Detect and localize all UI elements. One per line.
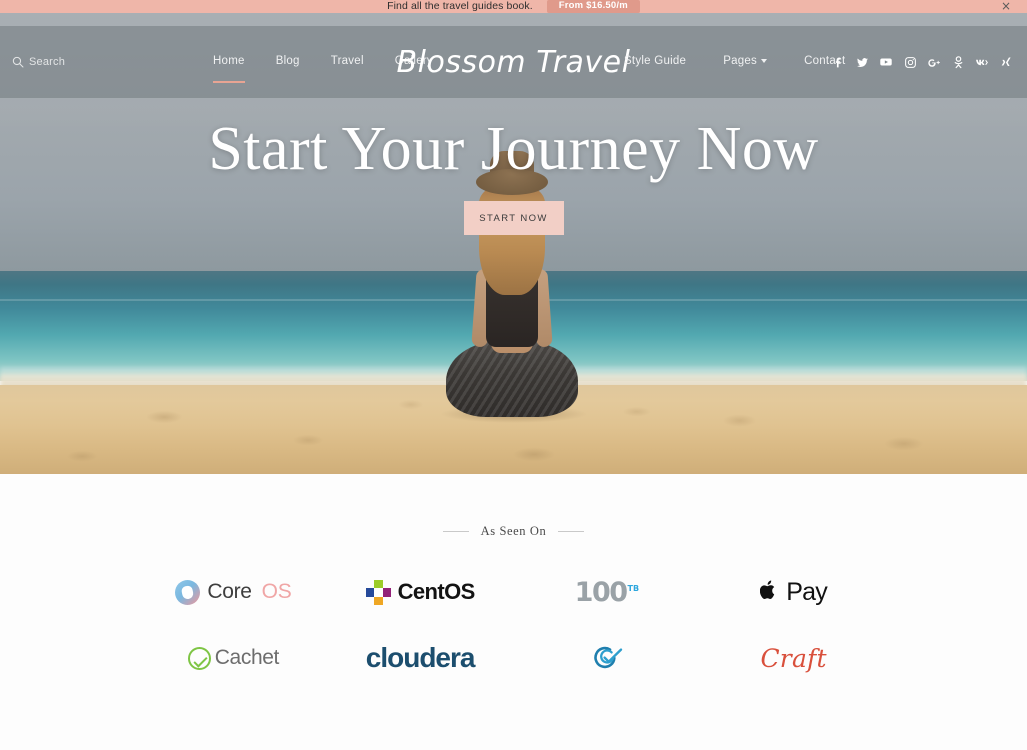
nav-link-home[interactable]: Home xyxy=(213,55,245,83)
cachet-label: Cachet xyxy=(214,646,280,669)
cachet-icon xyxy=(187,646,211,670)
hundredtb-number: 100 xyxy=(574,576,628,608)
twitter-icon[interactable] xyxy=(855,55,869,69)
craft-label: Craft xyxy=(760,643,827,673)
brand-logo-grid: Core OS CentOS 100TB Pay Cachet cloudera… xyxy=(0,559,1027,691)
nav-link-pages-label: Pages xyxy=(723,55,758,67)
site-logo[interactable]: Blossom Travel xyxy=(397,45,631,80)
search-button[interactable]: Search xyxy=(12,56,65,68)
nav-link-style-guide[interactable]: Style Guide xyxy=(624,55,686,69)
instagram-icon[interactable] xyxy=(903,55,917,69)
close-icon[interactable]: × xyxy=(1001,0,1011,13)
odnoklassniki-icon[interactable] xyxy=(951,55,965,69)
nav-link-pages[interactable]: Pages xyxy=(723,55,768,69)
cloudera-label: cloudera xyxy=(365,642,476,673)
brand-logo-apple-pay[interactable]: Pay xyxy=(760,577,828,607)
hundredtb-label: 100TB xyxy=(575,577,639,608)
figure-hair xyxy=(479,183,545,295)
hero-title: Start Your Journey Now xyxy=(208,115,819,183)
brand-logo-100tb[interactable]: 100TB xyxy=(575,577,639,608)
navbar: Search Home Blog Travel Gallery Blossom … xyxy=(0,26,1027,98)
as-seen-on-heading: As Seen On xyxy=(0,474,1027,539)
hero-section: Start Your Journey Now START NOW Search … xyxy=(0,13,1027,474)
coreos-label-os: OS xyxy=(261,580,292,603)
page-root: Find all the travel guides book. From $1… xyxy=(0,0,1027,750)
brand-logo-craft[interactable]: Craft xyxy=(760,644,826,673)
apple-icon xyxy=(760,579,778,605)
brand-logo-cloudera[interactable]: cloudera xyxy=(365,642,476,674)
vk-icon[interactable] xyxy=(975,55,989,69)
as-seen-on-title: As Seen On xyxy=(480,524,547,538)
brand-logo-coreos[interactable]: Core OS xyxy=(175,579,292,605)
divider-left xyxy=(442,531,469,532)
secondary-nav: Style Guide Pages Contact xyxy=(624,55,845,69)
coreos-icon xyxy=(175,579,201,605)
apple-pay-label: Pay xyxy=(786,577,827,606)
hundredtb-superscript: TB xyxy=(627,583,640,593)
nav-link-travel[interactable]: Travel xyxy=(331,55,364,69)
promo-price-button[interactable]: From $16.50/m xyxy=(546,0,640,13)
brand-logo-centos[interactable]: CentOS xyxy=(365,579,476,605)
brand-logo-cachet[interactable]: Cachet xyxy=(187,646,280,670)
social-links xyxy=(831,55,1013,69)
chevron-down-icon xyxy=(761,58,768,63)
centos-icon xyxy=(365,579,391,605)
search-icon xyxy=(12,56,24,68)
youtube-icon[interactable] xyxy=(879,55,893,69)
facebook-icon[interactable] xyxy=(831,55,845,69)
as-seen-on-section: As Seen On Core OS CentOS 100TB Pay Cach… xyxy=(0,474,1027,750)
centos-label: CentOS xyxy=(397,579,476,604)
google-plus-icon[interactable] xyxy=(927,55,941,69)
checkmarx-icon xyxy=(590,643,624,673)
start-now-button[interactable]: START NOW xyxy=(463,201,564,235)
promo-banner: Find all the travel guides book. From $1… xyxy=(0,0,1027,13)
nav-link-blog[interactable]: Blog xyxy=(276,55,300,69)
search-label: Search xyxy=(29,56,66,68)
coreos-label-core: Core xyxy=(207,580,252,603)
brand-logo-checkmarx[interactable] xyxy=(590,643,624,673)
xing-icon[interactable] xyxy=(999,55,1013,69)
divider-right xyxy=(558,531,585,532)
promo-text: Find all the travel guides book. xyxy=(387,0,533,12)
